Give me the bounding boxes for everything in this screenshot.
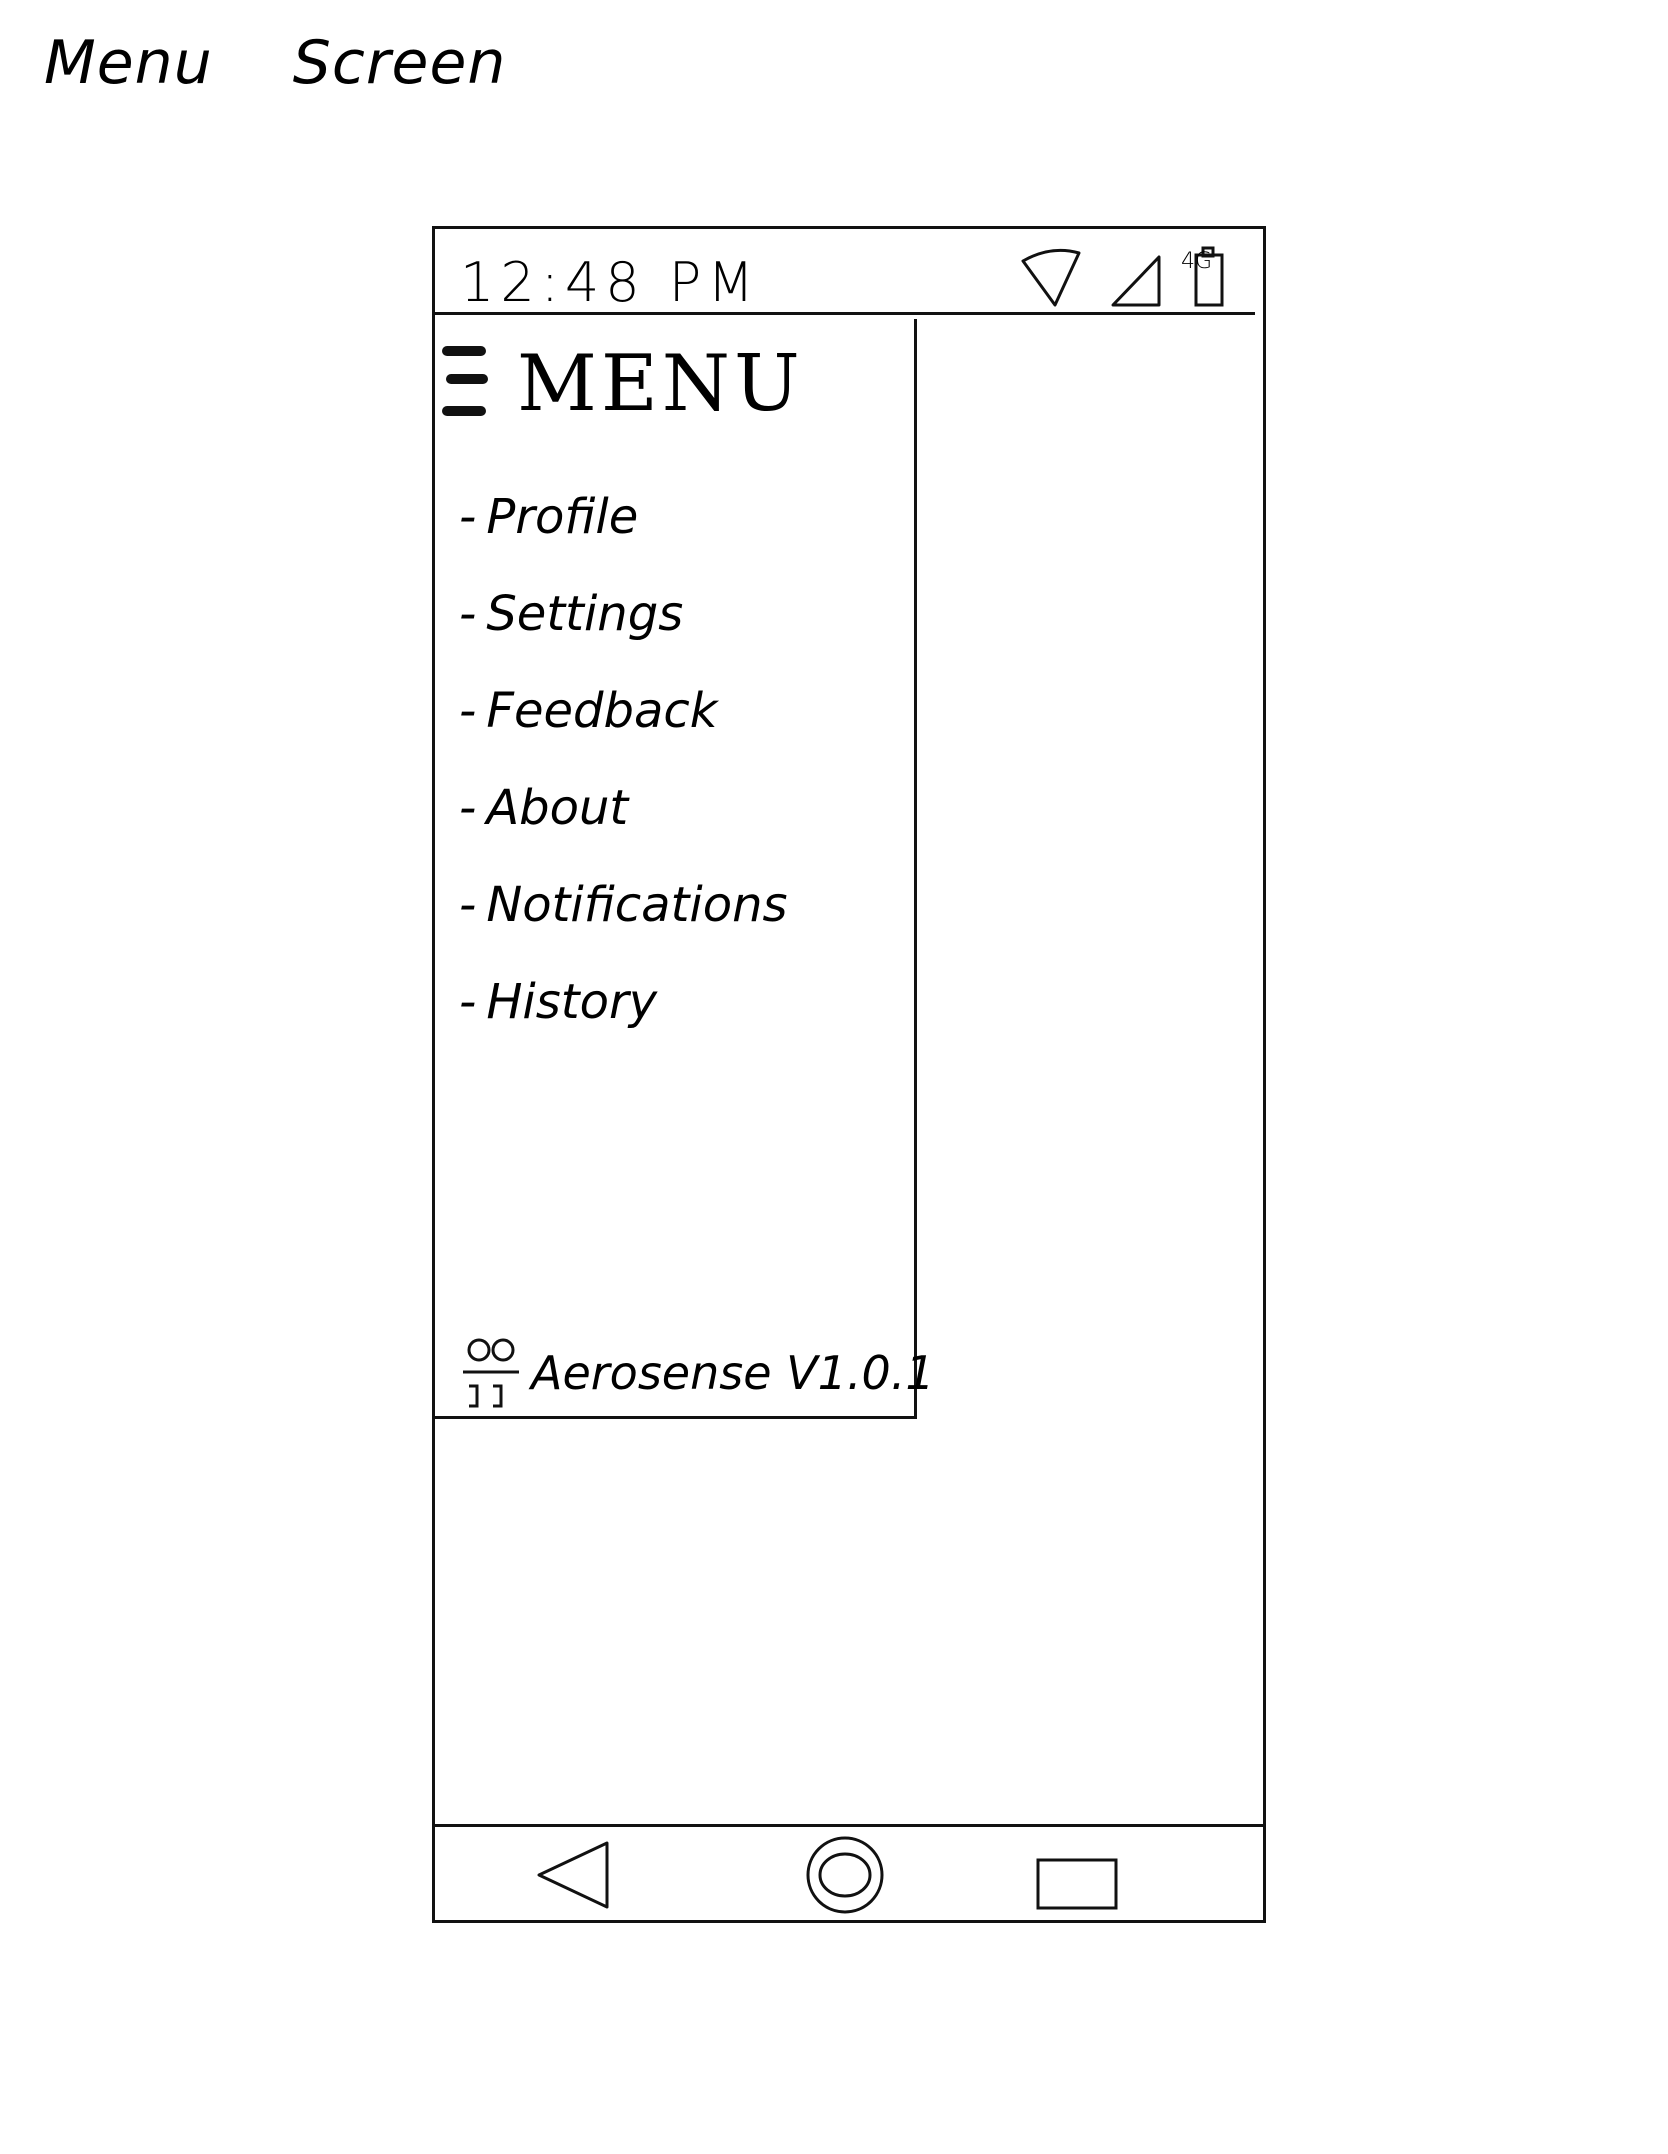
- navigation-drawer: MENU - Profile - Settings - Feedback - About…: [435, 319, 935, 1419]
- menu-item-settings[interactable]: - Settings: [459, 566, 788, 663]
- menu-item-label: About: [486, 780, 629, 836]
- menu-item-about[interactable]: - About: [459, 760, 788, 857]
- menu-item-history[interactable]: - History: [459, 954, 788, 1051]
- menu-list: - Profile - Settings - Feedback - About - Not…: [459, 469, 788, 1051]
- drawer-header: MENU: [441, 339, 804, 429]
- status-bar: 12:48 PM 4G: [435, 229, 1255, 315]
- recents-icon[interactable]: [1035, 1857, 1119, 1911]
- menu-item-feedback[interactable]: - Feedback: [459, 663, 788, 760]
- hamburger-menu-icon[interactable]: [441, 339, 489, 429]
- system-nav-bar: [435, 1824, 1263, 1920]
- status-time: 12:48 PM: [460, 251, 760, 314]
- back-icon[interactable]: [535, 1839, 611, 1911]
- home-icon[interactable]: [805, 1835, 885, 1915]
- menu-item-profile[interactable]: - Profile: [459, 469, 788, 566]
- page-title: Menu Screen: [44, 28, 507, 98]
- app-version-label: Aerosense V1.0.1: [531, 1346, 935, 1400]
- menu-item-notifications[interactable]: - Notifications: [459, 857, 788, 954]
- cellular-signal-icon: 4G: [1109, 249, 1212, 309]
- network-type-label: 4G: [1181, 249, 1213, 274]
- drawer-footer: Aerosense V1.0.1: [459, 1334, 935, 1412]
- menu-item-label: History: [486, 974, 658, 1030]
- menu-item-label: Profile: [486, 489, 639, 545]
- menu-item-label: Settings: [486, 586, 684, 642]
- aerosense-logo-icon: [459, 1334, 523, 1412]
- status-icons: 4G: [1019, 239, 1225, 309]
- menu-item-label: Notifications: [486, 877, 788, 933]
- phone-frame: 12:48 PM 4G MENU - Profile - Settings - …: [432, 226, 1266, 1923]
- menu-item-label: Feedback: [486, 683, 718, 739]
- wifi-icon: [1019, 243, 1085, 309]
- drawer-title: MENU: [517, 339, 804, 429]
